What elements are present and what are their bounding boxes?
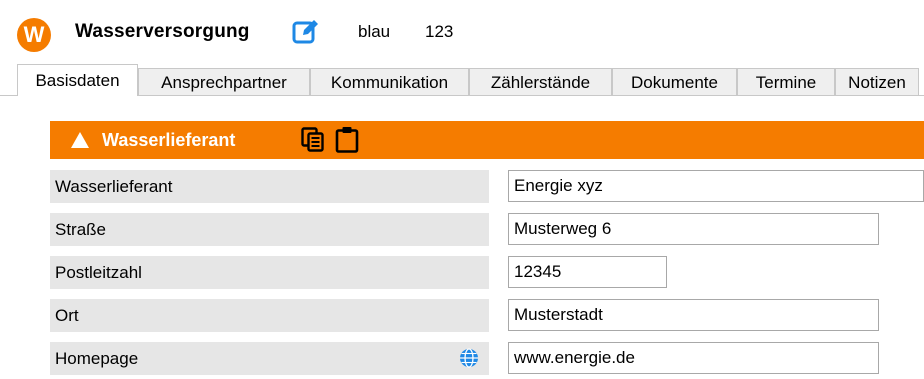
tab-dokumente[interactable]: Dokumente (612, 68, 737, 95)
postleitzahl-field[interactable]: 12345 (508, 256, 667, 288)
tab-bar: Basisdaten Ansprechpartner Kommunikation… (0, 64, 924, 96)
strasse-field[interactable]: Musterweg 6 (508, 213, 879, 245)
tab-basisdaten[interactable]: Basisdaten (17, 64, 138, 96)
record-number: 123 (425, 22, 454, 41)
collapse-triangle-icon[interactable] (71, 132, 89, 148)
label-homepage: Homepage (50, 342, 489, 375)
app-logo: W (17, 18, 51, 52)
label-strasse: Straße (50, 213, 489, 246)
app-header: W Wasserversorgung blau 123 (0, 0, 924, 64)
copy-icon[interactable] (301, 127, 325, 153)
tab-termine[interactable]: Termine (737, 68, 835, 95)
tab-ansprechpartner[interactable]: Ansprechpartner (138, 68, 310, 95)
section-title: Wasserlieferant (102, 130, 236, 150)
clipboard-icon[interactable] (335, 126, 359, 153)
color-tag: blau (358, 22, 391, 41)
ort-field[interactable]: Musterstadt (508, 299, 879, 331)
wasserlieferant-field[interactable]: Energie xyz (508, 170, 924, 202)
label-wasserlieferant: Wasserlieferant (50, 170, 489, 203)
page-title: Wasserversorgung (75, 21, 250, 42)
tab-divider (0, 95, 924, 96)
globe-icon[interactable] (459, 348, 479, 368)
label-postleitzahl: Postleitzahl (50, 256, 489, 289)
edit-icon[interactable] (292, 18, 320, 44)
tab-kommunikation[interactable]: Kommunikation (310, 68, 469, 95)
label-ort: Ort (50, 299, 489, 332)
tab-notizen[interactable]: Notizen (835, 68, 919, 95)
homepage-field[interactable]: www.energie.de (508, 342, 879, 374)
tab-zaehlerstaende[interactable]: Zählerstände (469, 68, 612, 95)
section-header[interactable]: Wasserlieferant (50, 121, 924, 159)
